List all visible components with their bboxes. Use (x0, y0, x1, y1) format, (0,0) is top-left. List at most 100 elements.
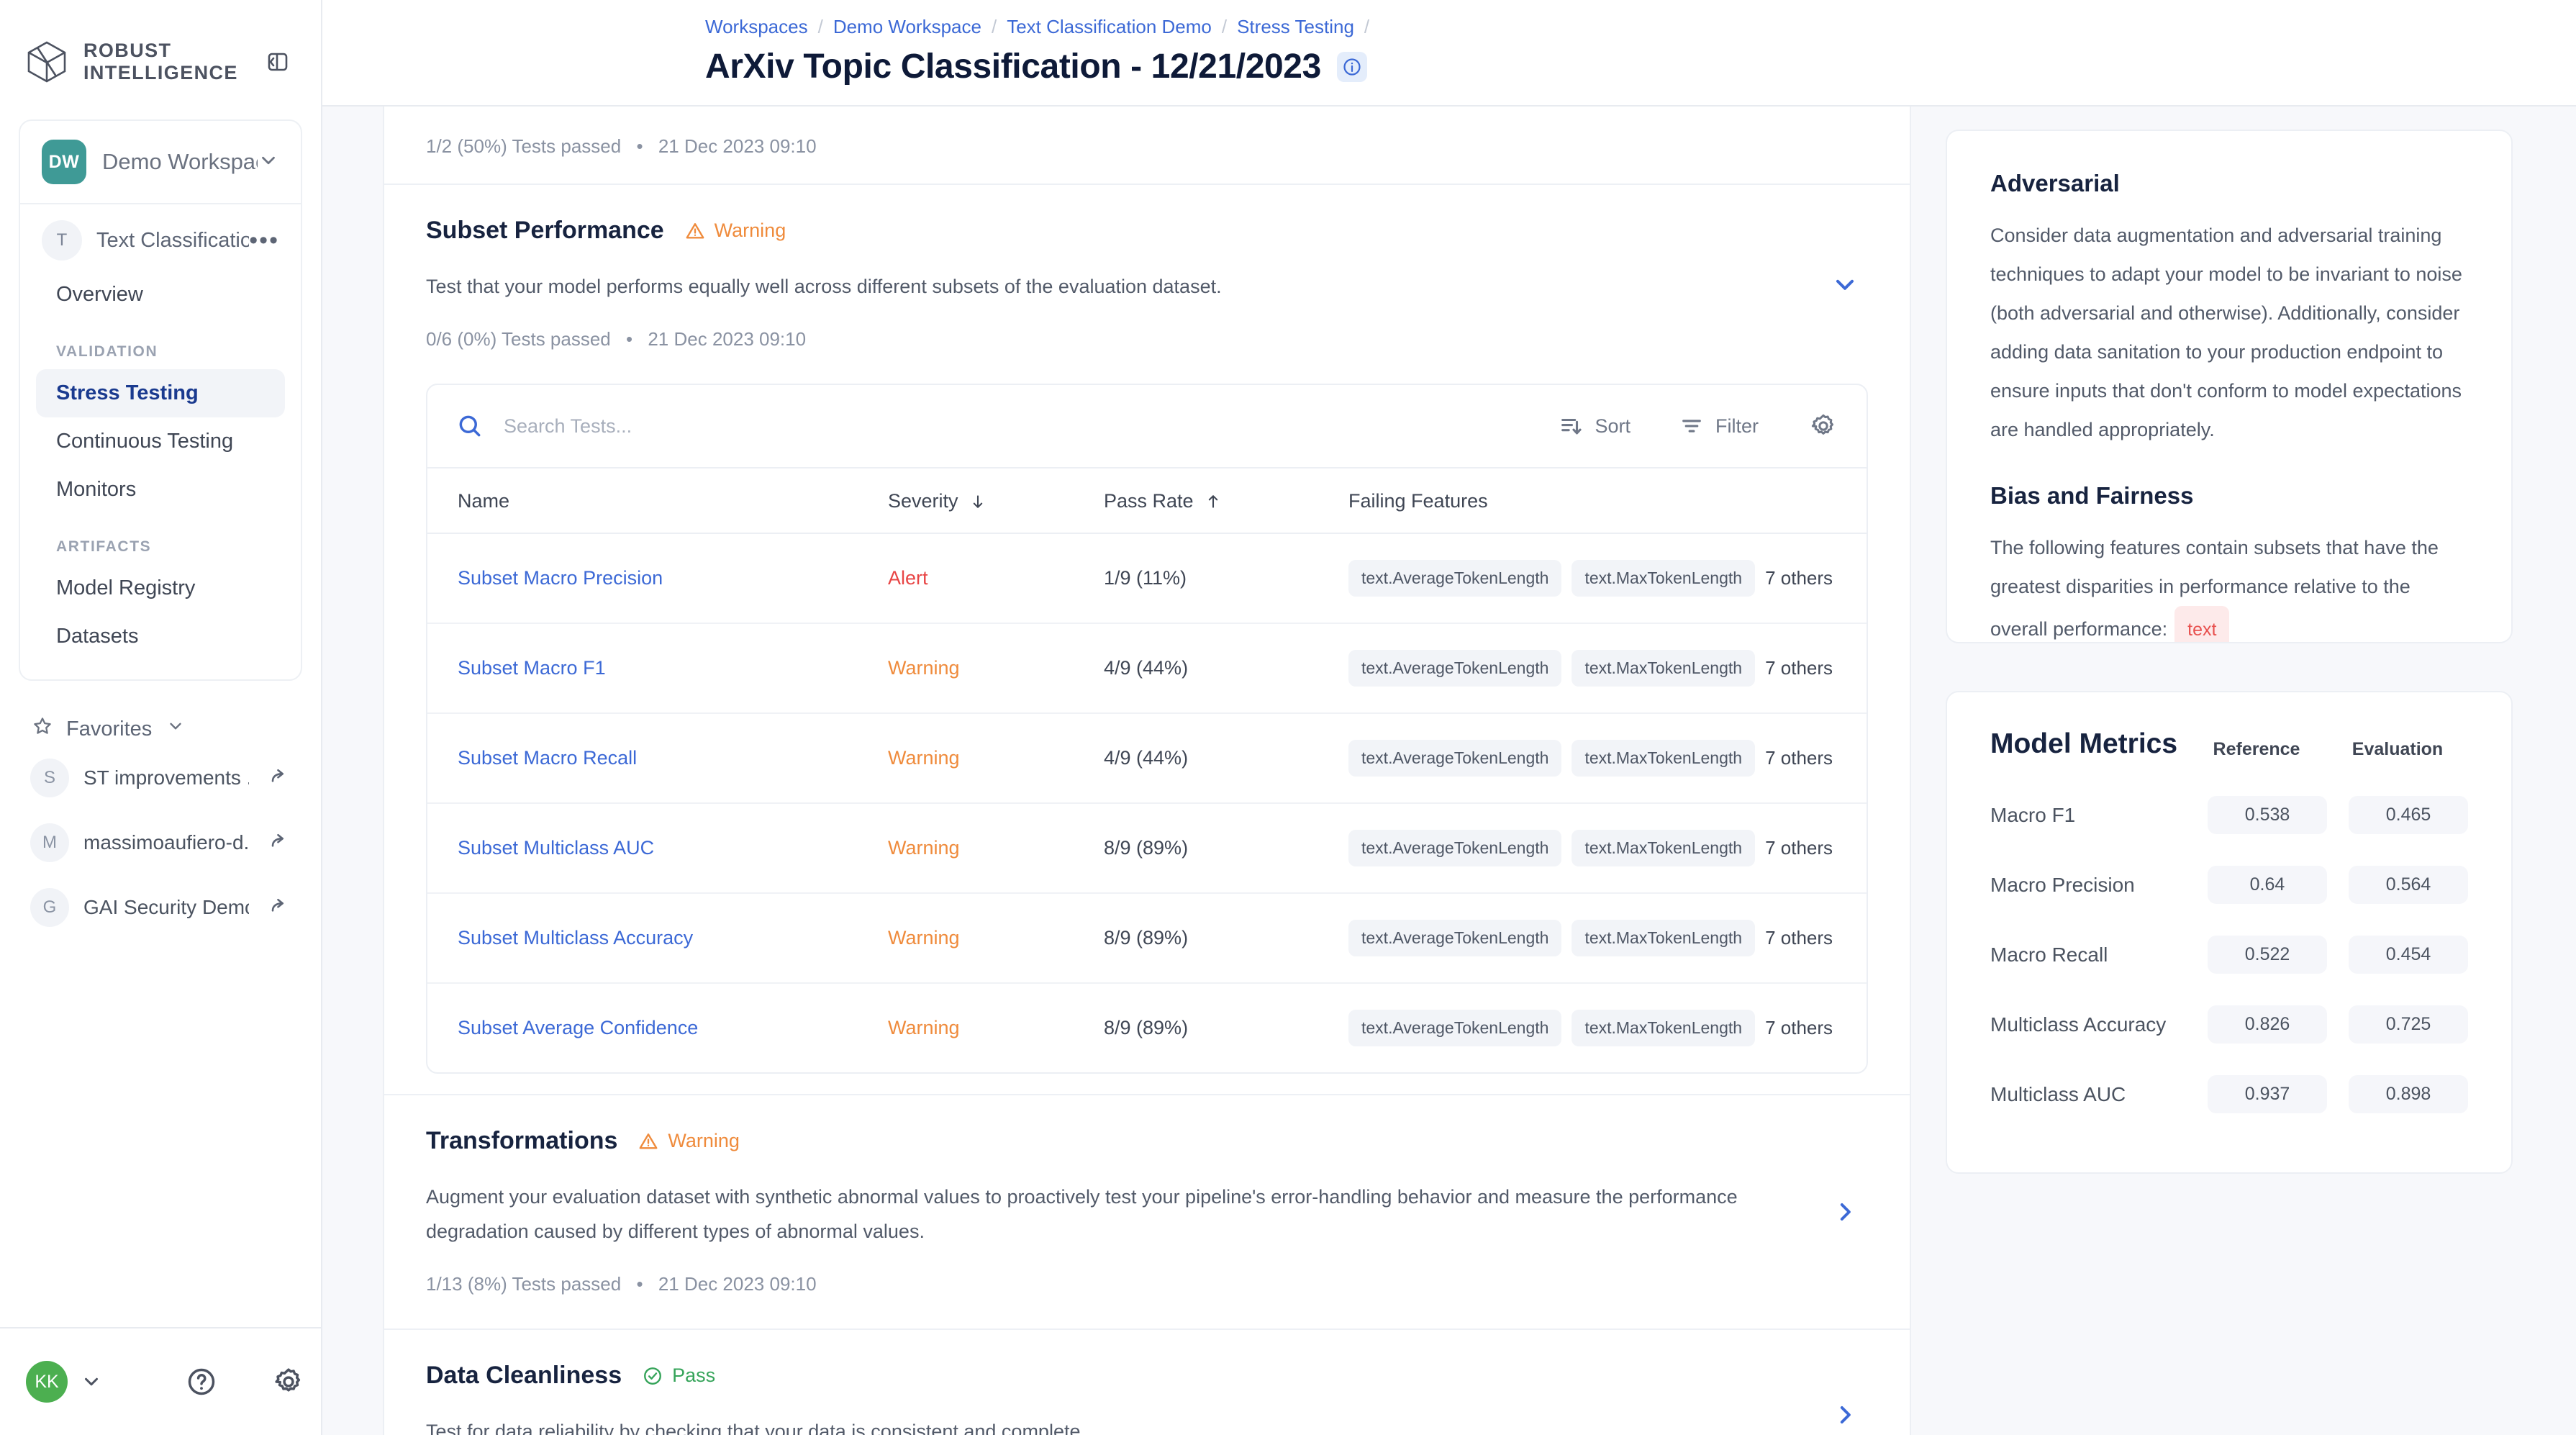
test-category-card-subset-performance: Subset Performance Warning Test that you… (384, 184, 1910, 384)
test-name-link[interactable]: Subset Multiclass Accuracy (458, 927, 693, 949)
card-meta: 0/6 (0%) Tests passed • 21 Dec 2023 09:1… (426, 328, 1868, 350)
favorites-block: Favorites S ST improvements ... M massim… (24, 712, 296, 940)
favorite-avatar: G (30, 888, 69, 927)
filter-button[interactable]: Filter (1679, 414, 1759, 438)
table-row[interactable]: Subset Macro Precision Alert 1/9 (11%) t… (427, 533, 1867, 624)
card-description: Augment your evaluation dataset with syn… (426, 1186, 1738, 1242)
column-header-name[interactable]: Name (427, 468, 888, 534)
test-category-card-transformations: Transformations Warning Augment your eva… (384, 1094, 1910, 1328)
favorite-label: GAI Security Demo (83, 896, 249, 918)
favorite-item[interactable]: S ST improvements ... (24, 746, 296, 810)
metric-row: Multiclass AUC 0.937 0.898 (1990, 1059, 2468, 1129)
filter-icon (1679, 414, 1704, 438)
metric-name: Multiclass Accuracy (1990, 1013, 2167, 1036)
card-description: Test that your model performs equally we… (426, 276, 1222, 297)
tests-table-body: Subset Macro Precision Alert 1/9 (11%) t… (427, 533, 1867, 1072)
failing-features-others: 7 others (1765, 1017, 1833, 1038)
table-settings-gear-icon[interactable] (1809, 412, 1838, 440)
table-row[interactable]: Subset Multiclass Accuracy Warning 8/9 (… (427, 893, 1867, 984)
sidebar: ROBUST INTELLIGENCE DW Demo Workspace T … (0, 0, 322, 1435)
failing-features-others: 7 others (1765, 567, 1833, 589)
workspace-card-spacer (20, 661, 301, 679)
workspace-selector[interactable]: DW Demo Workspace (20, 121, 301, 204)
avatar[interactable]: KK (26, 1361, 68, 1403)
sidebar-item-continuous-testing[interactable]: Continuous Testing (36, 417, 285, 466)
arrow-up-icon (1204, 492, 1223, 511)
search-input[interactable] (504, 415, 1510, 438)
column-header-failing-features[interactable]: Failing Features (1348, 468, 1867, 534)
table-row[interactable]: Subset Average Confidence Warning 8/9 (8… (427, 983, 1867, 1072)
tests-table-head: Name Severity Pass Rate Failing Features (427, 468, 1867, 534)
favorites-label: Favorites (66, 717, 153, 741)
metric-name: Macro F1 (1990, 803, 2076, 826)
search-icon (456, 412, 484, 440)
breadcrumb-separator: / (817, 16, 823, 37)
warning-triangle-icon (638, 1131, 659, 1152)
failing-features-others: 7 others (1765, 657, 1833, 679)
brand-name: ROBUST INTELLIGENCE (83, 40, 238, 83)
sidebar-item-model-registry[interactable]: Model Registry (36, 564, 285, 612)
sort-button[interactable]: Sort (1559, 414, 1631, 438)
favorite-label: ST improvements ... (83, 766, 249, 789)
body-area: 1/2 (50%) Tests passed • 21 Dec 2023 09:… (322, 107, 2576, 1435)
severity-label: Warning (888, 657, 960, 679)
separator-dot: • (636, 135, 643, 157)
test-name-link[interactable]: Subset Multiclass AUC (458, 837, 654, 859)
test-name-link[interactable]: Subset Macro Recall (458, 747, 637, 769)
failing-feature-chip: text.MaxTokenLength (1572, 830, 1756, 866)
sidebar-item-datasets[interactable]: Datasets (36, 612, 285, 661)
star-icon (32, 715, 53, 743)
breadcrumb-item-text-classification-demo[interactable]: Text Classification Demo (1007, 16, 1212, 38)
breadcrumb-item-stress-testing[interactable]: Stress Testing (1237, 16, 1354, 38)
severity-label: Alert (888, 567, 928, 589)
breadcrumb-item-workspaces[interactable]: Workspaces (705, 16, 808, 38)
app-root: ROBUST INTELLIGENCE DW Demo Workspace T … (0, 0, 2576, 1435)
metric-evaluation-value: 0.454 (2349, 936, 2468, 974)
favorites-toggle[interactable]: Favorites (24, 712, 296, 746)
tests-table-container: Sort Filter (426, 384, 1868, 1074)
table-row[interactable]: Subset Multiclass AUC Warning 8/9 (89%) … (427, 803, 1867, 894)
workspace-avatar: DW (42, 140, 86, 184)
favorite-avatar: S (30, 759, 69, 797)
metric-evaluation-value: 0.898 (2349, 1075, 2468, 1113)
metric-name: Multiclass AUC (1990, 1082, 2126, 1105)
severity-label: Warning (888, 837, 960, 859)
open-external-icon[interactable] (269, 766, 291, 791)
table-row[interactable]: Subset Macro Recall Warning 4/9 (44%) te… (427, 713, 1867, 804)
project-row[interactable]: T Text Classificatio... ••• (20, 204, 301, 271)
sort-icon (1559, 414, 1583, 438)
help-icon[interactable] (186, 1366, 217, 1398)
column-header-pass-rate[interactable]: Pass Rate (1104, 468, 1348, 534)
sidebar-item-stress-testing[interactable]: Stress Testing (36, 369, 285, 417)
sidebar-collapse-icon[interactable] (260, 45, 294, 78)
test-name-link[interactable]: Subset Macro F1 (458, 657, 606, 679)
column-header-severity[interactable]: Severity (888, 468, 1104, 534)
project-more-icon[interactable]: ••• (249, 228, 279, 253)
expand-card-chevron-right-icon[interactable] (1831, 1400, 1859, 1429)
sidebar-item-overview[interactable]: Overview (36, 271, 285, 319)
open-external-icon[interactable] (269, 830, 291, 856)
expand-card-chevron-right-icon[interactable] (1831, 1198, 1859, 1226)
breadcrumb-item-demo-workspace[interactable]: Demo Workspace (833, 16, 981, 38)
collapse-card-chevron-down-icon[interactable] (1831, 270, 1859, 299)
metric-reference-value: 0.538 (2208, 796, 2327, 834)
test-name-link[interactable]: Subset Average Confidence (458, 1017, 698, 1038)
open-external-icon[interactable] (269, 895, 291, 920)
sidebar-item-monitors[interactable]: Monitors (36, 466, 285, 514)
breadcrumb-separator: / (991, 16, 997, 37)
user-menu-chevron-down-icon[interactable] (81, 1371, 102, 1393)
table-row[interactable]: Subset Macro F1 Warning 4/9 (44%) text.A… (427, 623, 1867, 714)
run-timestamp: 21 Dec 2023 09:10 (658, 135, 817, 157)
failing-feature-chip: text.AverageTokenLength (1348, 740, 1562, 777)
card-timestamp: 21 Dec 2023 09:10 (648, 328, 807, 350)
left-gutter (322, 107, 383, 1435)
favorite-item[interactable]: G GAI Security Demo (24, 875, 296, 940)
metric-reference-value: 0.522 (2208, 936, 2327, 974)
favorite-item[interactable]: M massimoaufiero-d... (24, 810, 296, 875)
failing-feature-chip: text.MaxTokenLength (1572, 650, 1756, 687)
status-label: Warning (668, 1130, 740, 1151)
test-name-link[interactable]: Subset Macro Precision (458, 567, 663, 589)
info-icon[interactable] (1336, 51, 1367, 82)
card-passed-count: 0/6 (0%) Tests passed (426, 328, 611, 350)
gear-icon[interactable] (272, 1365, 305, 1398)
